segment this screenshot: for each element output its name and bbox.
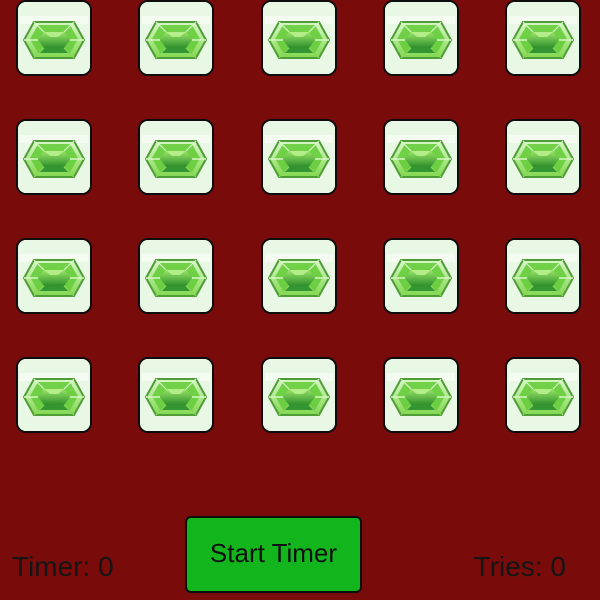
green-gem-icon bbox=[507, 2, 579, 74]
green-gem-icon bbox=[18, 121, 90, 193]
green-gem-icon bbox=[263, 359, 335, 431]
memory-card[interactable] bbox=[261, 119, 337, 195]
memory-card[interactable] bbox=[383, 119, 459, 195]
green-gem-icon bbox=[18, 359, 90, 431]
memory-card[interactable] bbox=[138, 119, 214, 195]
green-gem-icon bbox=[140, 2, 212, 74]
timer-label: Timer: bbox=[12, 551, 91, 582]
game-board: Start Timer Timer: 0 Tries: 0 bbox=[0, 0, 600, 600]
memory-card[interactable] bbox=[261, 357, 337, 433]
timer-readout: Timer: 0 bbox=[12, 549, 114, 585]
start-timer-button[interactable]: Start Timer bbox=[185, 516, 362, 593]
memory-card[interactable] bbox=[138, 0, 214, 76]
memory-card[interactable] bbox=[16, 357, 92, 433]
green-gem-icon bbox=[140, 121, 212, 193]
memory-card[interactable] bbox=[16, 119, 92, 195]
memory-card[interactable] bbox=[505, 119, 581, 195]
tries-readout: Tries: 0 bbox=[474, 549, 566, 585]
green-gem-icon bbox=[507, 121, 579, 193]
green-gem-icon bbox=[140, 240, 212, 312]
green-gem-icon bbox=[263, 240, 335, 312]
green-gem-icon bbox=[385, 359, 457, 431]
green-gem-icon bbox=[507, 240, 579, 312]
green-gem-icon bbox=[507, 359, 579, 431]
tries-value: 0 bbox=[550, 551, 566, 582]
green-gem-icon bbox=[18, 2, 90, 74]
memory-card[interactable] bbox=[505, 357, 581, 433]
green-gem-icon bbox=[385, 2, 457, 74]
memory-card[interactable] bbox=[383, 238, 459, 314]
memory-card[interactable] bbox=[138, 357, 214, 433]
memory-card[interactable] bbox=[505, 0, 581, 76]
memory-card[interactable] bbox=[505, 238, 581, 314]
memory-card[interactable] bbox=[383, 0, 459, 76]
green-gem-icon bbox=[18, 240, 90, 312]
green-gem-icon bbox=[263, 121, 335, 193]
green-gem-icon bbox=[385, 240, 457, 312]
memory-card[interactable] bbox=[138, 238, 214, 314]
green-gem-icon bbox=[263, 2, 335, 74]
memory-card[interactable] bbox=[383, 357, 459, 433]
memory-card[interactable] bbox=[261, 238, 337, 314]
tries-label: Tries: bbox=[473, 551, 543, 582]
memory-card[interactable] bbox=[16, 0, 92, 76]
green-gem-icon bbox=[140, 359, 212, 431]
timer-value: 0 bbox=[98, 551, 114, 582]
green-gem-icon bbox=[385, 121, 457, 193]
memory-card[interactable] bbox=[16, 238, 92, 314]
memory-card[interactable] bbox=[261, 0, 337, 76]
